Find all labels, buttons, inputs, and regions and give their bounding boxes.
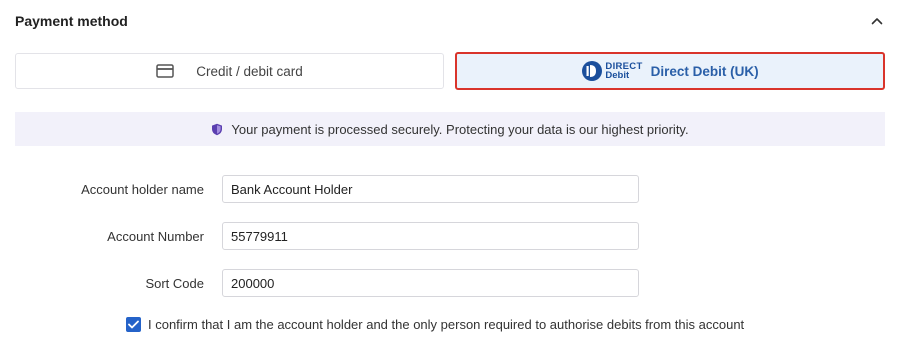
security-banner: Your payment is processed securely. Prot…	[15, 112, 885, 146]
direct-debit-option-label: Direct Debit (UK)	[650, 63, 759, 79]
account-holder-input[interactable]	[222, 175, 639, 203]
sort-code-input[interactable]	[222, 269, 639, 297]
payment-method-section: Payment method Credit / debit card DIREC…	[0, 0, 900, 346]
checkmark-icon	[128, 320, 139, 329]
credit-card-option-label: Credit / debit card	[196, 63, 303, 79]
account-number-input[interactable]	[222, 222, 639, 250]
credit-card-option[interactable]: Credit / debit card	[15, 53, 444, 89]
direct-debit-option[interactable]: DIRECT Debit Direct Debit (UK)	[455, 52, 885, 90]
collapse-button[interactable]	[868, 12, 886, 30]
sort-code-label: Sort Code	[145, 276, 204, 291]
dd-logo-line2: Debit	[605, 70, 630, 81]
account-number-label: Account Number	[107, 229, 204, 244]
credit-card-icon	[156, 64, 174, 78]
direct-debit-logo: DIRECT Debit	[581, 60, 642, 82]
chevron-up-icon	[871, 12, 883, 30]
account-holder-label: Account holder name	[81, 182, 204, 197]
shield-icon	[211, 123, 223, 136]
security-message: Your payment is processed securely. Prot…	[231, 121, 689, 137]
section-title: Payment method	[15, 13, 128, 29]
confirm-checkbox[interactable]	[126, 317, 141, 332]
confirm-text: I confirm that I am the account holder a…	[148, 317, 745, 332]
